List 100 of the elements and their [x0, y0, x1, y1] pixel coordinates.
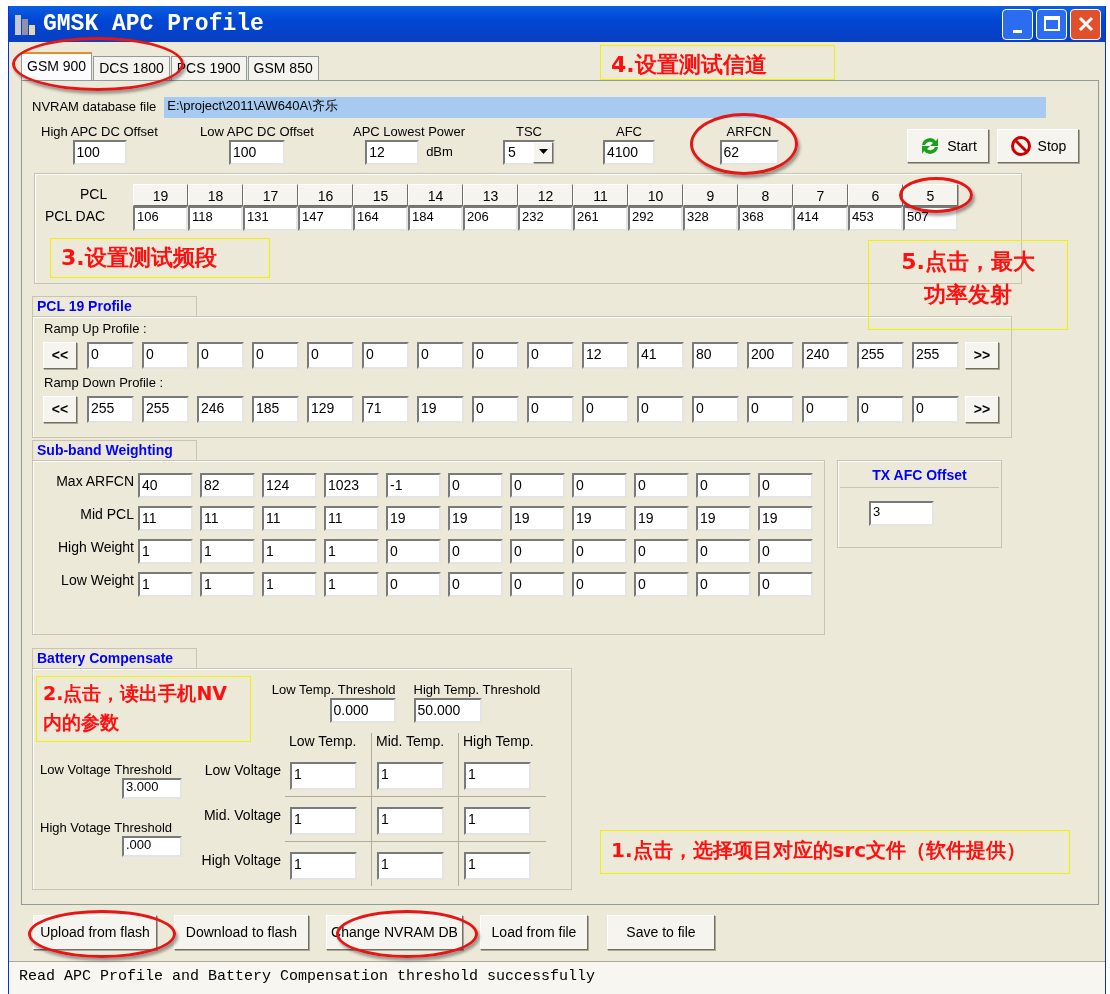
- action-button[interactable]: Download to flash: [174, 915, 309, 950]
- action-button[interactable]: Save to file: [607, 915, 715, 950]
- input-field[interactable]: 71: [362, 395, 409, 423]
- column-header[interactable]: 16: [298, 184, 353, 206]
- input-field[interactable]: 1: [464, 762, 531, 791]
- input-field[interactable]: 0: [802, 395, 849, 423]
- input-field[interactable]: 131: [243, 206, 298, 231]
- input-field[interactable]: 0: [696, 539, 751, 564]
- input-field[interactable]: 206: [463, 206, 518, 231]
- input-field[interactable]: 0: [758, 473, 813, 498]
- column-header[interactable]: 12: [518, 184, 573, 206]
- input-field[interactable]: 1: [377, 852, 444, 881]
- input-field[interactable]: 0: [527, 341, 574, 369]
- input-field[interactable]: 1: [138, 572, 193, 597]
- input-field[interactable]: 0: [572, 572, 627, 597]
- column-header[interactable]: 13: [463, 184, 518, 206]
- tab[interactable]: GSM 850: [247, 56, 319, 80]
- column-header[interactable]: 15: [353, 184, 408, 206]
- input-field[interactable]: 0: [448, 473, 503, 498]
- column-header[interactable]: 17: [243, 184, 298, 206]
- input-field[interactable]: 19: [386, 506, 441, 531]
- dropdown[interactable]: 5: [503, 139, 555, 165]
- input-field[interactable]: 106: [133, 206, 188, 231]
- input-field[interactable]: 1: [290, 762, 357, 791]
- input-field[interactable]: 1: [200, 539, 255, 564]
- input-field[interactable]: 0: [386, 539, 441, 564]
- input-field[interactable]: 1023: [324, 473, 379, 498]
- input-field[interactable]: 0: [634, 539, 689, 564]
- input-field[interactable]: 11: [324, 506, 379, 531]
- input-field[interactable]: 184: [408, 206, 463, 231]
- input-field[interactable]: 0: [637, 395, 684, 423]
- column-header[interactable]: 5: [903, 184, 958, 206]
- input-field[interactable]: 0: [582, 395, 629, 423]
- input-field[interactable]: 246: [197, 395, 244, 423]
- column-header[interactable]: 14: [408, 184, 463, 206]
- maximize-button[interactable]: [1036, 8, 1067, 40]
- input-field[interactable]: 0: [572, 539, 627, 564]
- input-field[interactable]: 1: [290, 807, 357, 836]
- input-field[interactable]: 0: [696, 473, 751, 498]
- input-field[interactable]: 82: [200, 473, 255, 498]
- input-field[interactable]: 0: [252, 341, 299, 369]
- input-field[interactable]: 0: [747, 395, 794, 423]
- input-field[interactable]: 0: [142, 341, 189, 369]
- input-field[interactable]: 0: [87, 341, 134, 369]
- input-field[interactable]: 12: [582, 341, 629, 369]
- input-field[interactable]: 19: [634, 506, 689, 531]
- input-field[interactable]: 0: [417, 341, 464, 369]
- input-field[interactable]: E:\project\2011\AW640A\齐乐: [164, 97, 1047, 118]
- input-field[interactable]: 164: [353, 206, 408, 231]
- input-field[interactable]: 255: [142, 395, 189, 423]
- input-field[interactable]: 19: [448, 506, 503, 531]
- input-field[interactable]: 1: [324, 539, 379, 564]
- action-button[interactable]: Load from file: [480, 915, 588, 950]
- input-field[interactable]: 11: [138, 506, 193, 531]
- input-field[interactable]: 1: [464, 807, 531, 836]
- input-field[interactable]: 0: [448, 539, 503, 564]
- input-field[interactable]: 0: [634, 572, 689, 597]
- input-field[interactable]: 19: [572, 506, 627, 531]
- input-field[interactable]: 0: [692, 395, 739, 423]
- column-header[interactable]: 19: [133, 184, 188, 206]
- input-field[interactable]: 100: [72, 139, 127, 165]
- input-field[interactable]: 129: [307, 395, 354, 423]
- input-field[interactable]: 19: [696, 506, 751, 531]
- input-field[interactable]: 124: [262, 473, 317, 498]
- input-field[interactable]: 1: [377, 762, 444, 791]
- input-field[interactable]: 19: [510, 506, 565, 531]
- input-field[interactable]: 19: [758, 506, 813, 531]
- input-field[interactable]: .000: [122, 835, 182, 857]
- input-field[interactable]: 232: [518, 206, 573, 231]
- input-field[interactable]: 255: [912, 341, 959, 369]
- input-field[interactable]: 0: [634, 473, 689, 498]
- input-field[interactable]: 0: [857, 395, 904, 423]
- column-header[interactable]: 18: [188, 184, 243, 206]
- scroll-right-button[interactable]: >>: [965, 341, 999, 369]
- scroll-left-button[interactable]: <<: [43, 341, 77, 369]
- input-field[interactable]: 41: [637, 341, 684, 369]
- input-field[interactable]: 1: [262, 572, 317, 597]
- column-header[interactable]: 9: [683, 184, 738, 206]
- input-field[interactable]: 368: [738, 206, 793, 231]
- input-field[interactable]: 0: [307, 341, 354, 369]
- input-field[interactable]: 414: [793, 206, 848, 231]
- tab[interactable]: DCS 1800: [93, 56, 170, 80]
- input-field[interactable]: 0: [912, 395, 959, 423]
- input-field[interactable]: 118: [188, 206, 243, 231]
- input-field[interactable]: 261: [573, 206, 628, 231]
- action-button[interactable]: Stop: [997, 129, 1079, 163]
- input-field[interactable]: 292: [628, 206, 683, 231]
- input-field[interactable]: 1: [290, 852, 357, 881]
- input-field[interactable]: 0: [527, 395, 574, 423]
- input-field[interactable]: 1: [377, 807, 444, 836]
- input-field[interactable]: 507: [903, 206, 958, 231]
- action-button[interactable]: Upload from flash: [33, 915, 157, 950]
- input-field[interactable]: 19: [417, 395, 464, 423]
- input-field[interactable]: 0: [197, 341, 244, 369]
- input-field[interactable]: 0: [472, 341, 519, 369]
- column-header[interactable]: 7: [793, 184, 848, 206]
- input-field[interactable]: 328: [683, 206, 738, 231]
- input-field[interactable]: 1: [200, 572, 255, 597]
- input-field[interactable]: 255: [87, 395, 134, 423]
- input-field[interactable]: 3: [869, 501, 934, 527]
